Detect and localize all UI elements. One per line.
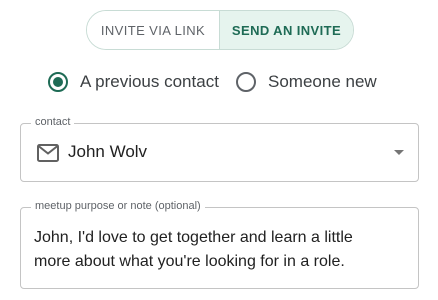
invite-mode-toggle: INVITE VIA LINK SEND AN INVITE [86,10,354,50]
contact-field-label: contact [31,116,75,128]
contact-select[interactable]: contact John Wolv [20,116,419,182]
note-field-label: meetup purpose or note (optional) [31,200,205,212]
radio-previous-contact-label: A previous contact [80,72,219,91]
meetup-note-field[interactable]: meetup purpose or note (optional) John, … [20,200,419,289]
contact-value: John Wolv [68,142,148,161]
radio-someone-new-label: Someone new [268,72,377,91]
radio-unchecked-icon [236,72,256,92]
chevron-down-icon[interactable] [394,150,404,155]
send-an-invite-button[interactable]: SEND AN INVITE [220,11,353,49]
invite-via-link-button[interactable]: INVITE VIA LINK [87,11,220,49]
mail-icon [37,144,59,162]
radio-checked-icon [48,72,68,92]
note-textarea-value[interactable]: John, I'd love to get together and learn… [34,226,398,274]
radio-someone-new[interactable]: Someone new [236,72,377,92]
radio-previous-contact[interactable]: A previous contact [48,72,219,92]
